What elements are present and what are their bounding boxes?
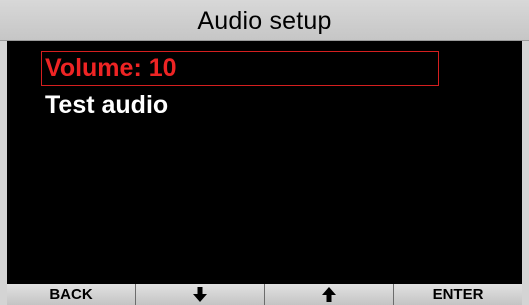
- menu-panel: Volume: 10 Test audio: [7, 41, 522, 284]
- softkey-bar: BACK ENTER: [7, 284, 522, 305]
- menu-item-test-audio[interactable]: Test audio: [41, 88, 439, 123]
- arrow-up-icon: [322, 287, 336, 302]
- up-button[interactable]: [265, 284, 393, 305]
- back-button[interactable]: BACK: [7, 284, 135, 305]
- title-bar: Audio setup: [0, 0, 529, 41]
- arrow-down-icon: [193, 287, 207, 302]
- menu-item-volume[interactable]: Volume: 10: [41, 51, 439, 86]
- page-title: Audio setup: [197, 6, 332, 35]
- enter-button[interactable]: ENTER: [394, 284, 522, 305]
- down-button[interactable]: [136, 284, 264, 305]
- device-screen: Audio setup Volume: 10 Test audio BACK E…: [0, 0, 529, 305]
